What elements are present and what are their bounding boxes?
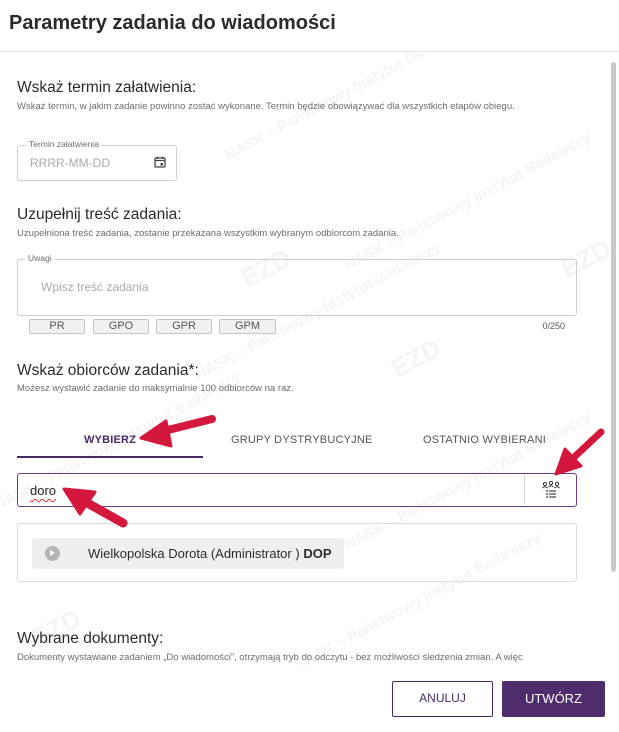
- people-list-icon: [542, 480, 560, 498]
- character-counter: 0/250: [542, 321, 565, 331]
- chip-pr[interactable]: PR: [29, 319, 85, 334]
- notes-placeholder: Wpisz treść zadania: [41, 280, 149, 294]
- deadline-field-label: Termin załatwienia: [26, 139, 102, 149]
- recipients-description: Możesz wystawić zadanie do maksymalnie 1…: [17, 383, 294, 394]
- watermark-logo: EZD: [385, 332, 446, 384]
- recipient-search-input[interactable]: doro: [17, 473, 577, 507]
- active-tab-indicator: [17, 456, 203, 458]
- documents-description: Dokumenty wystawiane zadaniem „Do wiadom…: [17, 652, 523, 663]
- chevron-right-icon[interactable]: [45, 546, 60, 561]
- dialog-header: Parametry zadania do wiadomości: [0, 0, 619, 52]
- recipients-title: Wskaż obiorców zadania*:: [17, 362, 199, 379]
- calendar-icon[interactable]: [154, 156, 166, 168]
- tab-ostatnio-wybierani[interactable]: OSTATNIO WYBIERANI: [423, 434, 546, 446]
- date-placeholder: RRRR-MM-DD: [30, 156, 110, 170]
- recipient-result-item[interactable]: Wielkopolska Dorota (Administrator ) DOP: [32, 538, 344, 569]
- deadline-description: Wskaż termin, w jakim zadanie powinno zo…: [17, 101, 515, 112]
- chip-gpr[interactable]: GPR: [156, 319, 212, 334]
- recipient-name: Wielkopolska Dorota (Administrator ): [88, 546, 300, 561]
- search-results: Wielkopolska Dorota (Administrator ) DOP: [17, 523, 577, 582]
- recipient-tabs: WYBIERZ GRUPY DYSTRYBUCYJNE OSTATNIO WYB…: [17, 420, 577, 460]
- tab-wybierz[interactable]: WYBIERZ: [84, 434, 136, 446]
- documents-title: Wybrane dokumenty:: [17, 630, 164, 647]
- scrollbar-thumb[interactable]: [611, 62, 616, 572]
- recipient-result-label: Wielkopolska Dorota (Administrator ) DOP: [88, 546, 331, 561]
- address-book-button[interactable]: [524, 474, 576, 505]
- chip-gpm[interactable]: GPM: [219, 319, 276, 334]
- content-title: Uzupełnij treść zadania:: [17, 206, 182, 223]
- chip-gpo[interactable]: GPO: [93, 319, 149, 334]
- content-description: Uzupełniona treść zadania, zostanie prze…: [17, 228, 399, 239]
- cancel-button[interactable]: ANULUJ: [392, 681, 493, 717]
- deadline-title: Wskaż termin załatwienia:: [17, 79, 197, 96]
- dialog-footer: ANULUJ UTWÓRZ: [0, 665, 619, 732]
- tab-grupy-dystrybucyjne[interactable]: GRUPY DYSTRYBUCYJNE: [231, 434, 373, 446]
- notes-field-label: Uwagi: [25, 253, 55, 263]
- create-button[interactable]: UTWÓRZ: [502, 681, 605, 717]
- watermark-text: NASK – Państwowy Instytut Badawczy: [342, 129, 594, 274]
- dialog-title: Parametry zadania do wiadomości: [9, 12, 336, 34]
- search-value: doro: [30, 483, 57, 498]
- deadline-date-field[interactable]: RRRR-MM-DD: [17, 145, 177, 181]
- recipient-code: DOP: [303, 546, 332, 561]
- task-content-textarea[interactable]: Wpisz treść zadania: [17, 259, 577, 316]
